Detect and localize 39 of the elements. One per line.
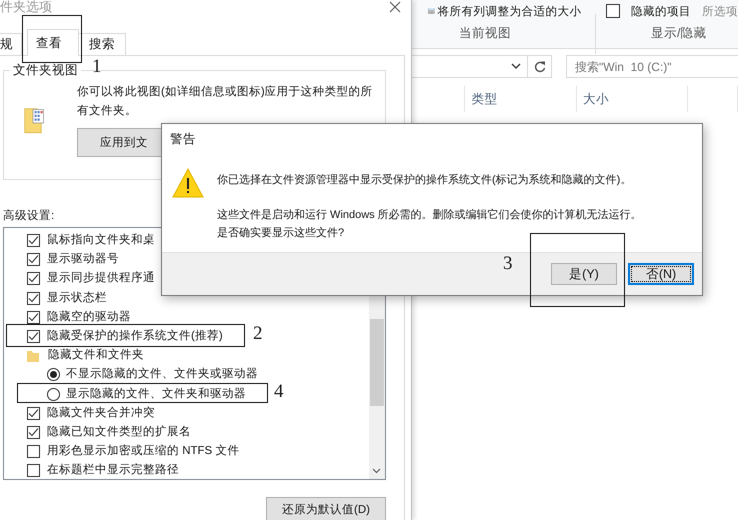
warning-text: 是否确实要显示这些文件? bbox=[217, 226, 346, 241]
setting-label: 用彩色显示加密或压缩的 NTFS 文件 bbox=[47, 445, 240, 458]
section-label: 高级设置: bbox=[3, 208, 54, 223]
restore-defaults-button[interactable]: 还原为默认值(D) bbox=[266, 497, 386, 520]
group-label: 显示/隐藏 bbox=[651, 24, 706, 42]
setting-label: 鼠标指向文件夹和桌 bbox=[47, 234, 155, 248]
setting-label: 隐藏文件和文件夹 bbox=[48, 349, 144, 362]
setting-label: 显示隐藏的文件、文件夹和驱动器 bbox=[66, 388, 246, 401]
group-title: 文件夹视图 bbox=[10, 62, 81, 79]
dialog-button[interactable]: 是(Y) bbox=[551, 263, 617, 285]
setting-label: 隐藏文件夹合并冲突 bbox=[47, 406, 155, 420]
annotation-number: 1 bbox=[92, 56, 102, 78]
setting-label: 隐藏空的驱动器 bbox=[47, 310, 131, 324]
setting-label: 显示驱动器号 bbox=[47, 253, 119, 266]
annotation-number: 2 bbox=[253, 323, 262, 345]
warning-text: 这些文件是启动和运行 Windows 所必需的。删除或编辑它们会使你的计算机无法运行。 bbox=[217, 208, 642, 223]
column-header[interactable]: 大小 bbox=[576, 86, 688, 112]
tab[interactable]: 查看 bbox=[27, 29, 79, 56]
warning-message: 你已选择在文件资源管理器中显示受保护的操作系统文件(标记为系统和隐藏的文件)。 bbox=[217, 172, 632, 188]
checkbox-label: 隐藏的项目 bbox=[631, 4, 691, 18]
dialog-button[interactable]: 否(N) bbox=[628, 263, 694, 285]
setting-label: 显示同步提供程序通 bbox=[47, 272, 155, 286]
fit-columns-button[interactable]: 将所有列调整为合适的大小 bbox=[438, 4, 582, 18]
setting-label: 不显示隐藏的文件、文件夹或驱动器 bbox=[66, 368, 258, 382]
group-label: 当前视图 bbox=[459, 24, 511, 42]
setting-label: 隐藏受保护的操作系统文件(推荐) bbox=[47, 330, 223, 344]
annotation-number: 4 bbox=[274, 381, 284, 403]
annotation-number: 3 bbox=[503, 253, 512, 275]
setting-label: 在标题栏中显示完整路径 bbox=[47, 464, 179, 478]
tab[interactable]: 搜索 bbox=[78, 33, 126, 55]
description-text: 你可以将此视图(如详细信息或图标)应用于这种类型的所有文件夹。 bbox=[77, 84, 374, 119]
setting-label: 隐藏已知文件类型的扩展名 bbox=[47, 426, 191, 439]
window-title: 件夹选项 bbox=[0, 0, 52, 14]
tab[interactable]: 规 bbox=[0, 33, 22, 55]
dialog-title: 警告 bbox=[169, 131, 197, 148]
ribbon-label: 所选项 bbox=[702, 4, 738, 18]
setting-label: 显示状态栏 bbox=[47, 292, 107, 305]
search-field[interactable]: 搜索"Win 10 (C:)" bbox=[566, 55, 738, 78]
column-header[interactable]: 类型 bbox=[465, 86, 577, 112]
